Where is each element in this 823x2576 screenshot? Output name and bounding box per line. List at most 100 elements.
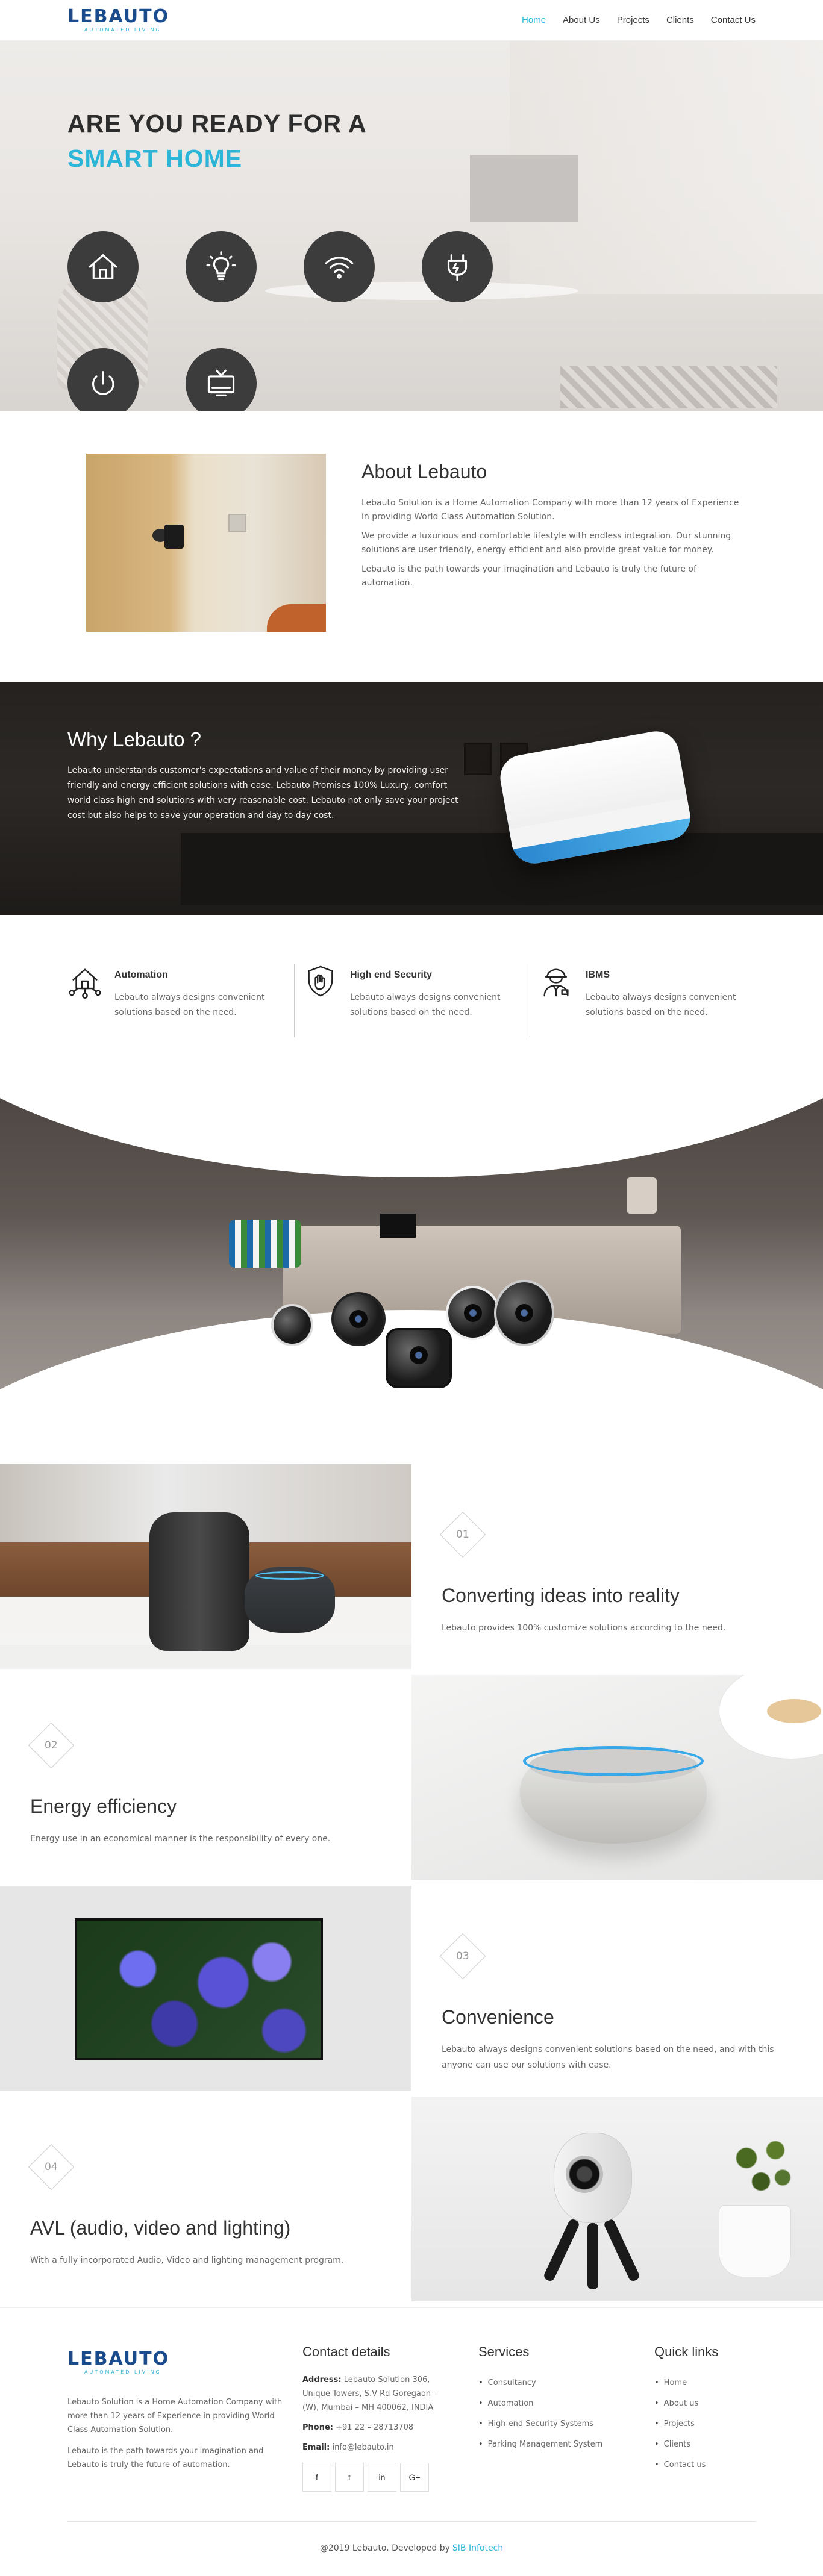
footer-logo[interactable]: LEBAUTO AUTOMATED LIVING [67,2350,302,2375]
footer: LEBAUTO AUTOMATED LIVING Lebauto Solutio… [0,2307,823,2521]
camera-5-lens [515,1304,533,1322]
tripod-leg [587,2223,598,2289]
number-badge: 02 [28,1722,75,1769]
services-list: Consultancy Automation High end Security… [478,2373,654,2455]
nav-about-us[interactable]: About Us [563,15,600,25]
block-4-text: 04 AVL (audio, video and lighting) With … [0,2097,411,2301]
copyright-text: @2019 Lebauto. Developed by [319,2543,450,2553]
quick-link-home[interactable]: Home [654,2373,775,2394]
camera-4-lens [464,1304,482,1322]
block-title: Converting ideas into reality [442,1585,680,1606]
about-title: About Lebauto [361,461,487,482]
feature-block-3: 03 Convenience Lebauto always designs co… [0,1886,823,2091]
plant-leaves [725,2127,797,2205]
email-label: Email: [302,2443,330,2452]
wifi-icon[interactable] [304,231,375,302]
plug-icon[interactable] [422,231,493,302]
speaker-light-ring [255,1571,324,1580]
footer-about-1: Lebauto Solution is a Home Automation Co… [67,2398,283,2434]
pillows-shape [229,1220,301,1268]
logo-text: LEBAUTO [67,6,170,27]
hero-rug-bg [560,366,777,408]
logo-text: LEBAUTO [67,2348,170,2369]
nav-home[interactable]: Home [522,15,546,25]
bread-shape [767,1699,821,1723]
feature-text: Lebauto always designs convenient soluti… [350,993,501,1017]
home-icon[interactable] [67,231,139,302]
engineer-icon [543,968,569,997]
about-paragraph-3: Lebauto is the path towards your imagina… [361,564,696,588]
feature-title: High end Security [350,970,433,980]
google-plus-icon[interactable]: G+ [400,2463,429,2492]
feature-text: Lebauto always designs convenient soluti… [114,993,265,1017]
services-title: Services [478,2344,530,2359]
address: Address: Lebauto Solution 306, Unique To… [302,2373,441,2415]
quick-link-about[interactable]: About us [654,2394,775,2414]
tv-icon[interactable] [186,348,257,411]
quick-link-contact[interactable]: Contact us [654,2455,775,2475]
number-badge: 01 [439,1511,486,1558]
bulb-icon[interactable] [186,231,257,302]
phone-value[interactable]: +91 22 – 28713708 [336,2423,413,2432]
twitter-icon[interactable]: t [335,2463,364,2492]
hero-banner: ARE YOU READY FOR A SMART HOME [0,41,823,411]
block-number: 03 [456,1950,469,1962]
smart-lock-shape [164,525,184,549]
hero-line-2: SMART HOME [67,145,243,172]
why-section: Why Lebauto ? Lebauto understands custom… [0,682,823,915]
shield-hand-icon [308,965,333,997]
about-text: About Lebauto Lebauto Solution is a Home… [361,461,747,596]
security-cameras-image [265,1262,578,1388]
nav-clients[interactable]: Clients [666,15,694,25]
email-value[interactable]: info@lebauto.in [332,2443,393,2452]
about-section: About Lebauto Lebauto Solution is a Home… [0,411,823,682]
email: Email: info@lebauto.in [302,2440,478,2454]
360-camera-image [411,2097,823,2301]
feature-security: High end Security Lebauto always designs… [295,964,530,1037]
nav-projects[interactable]: Projects [617,15,649,25]
copyright-bar: @2019 Lebauto. Developed by SIB Infotech [67,2521,756,2574]
camera-1 [271,1304,313,1346]
flowers-picture [77,1921,321,2058]
wall-switch-shape [228,514,246,532]
footer-quick-links: Quick links Home About us Projects Clien… [654,2344,775,2521]
feature-automation: Automation Lebauto always designs conven… [67,964,295,1037]
facebook-icon[interactable]: f [302,2463,331,2492]
top-nav: LEBAUTO AUTOMATED LIVING Home About Us P… [0,0,823,41]
footer-about-2: Lebauto is the path towards your imagina… [67,2447,264,2469]
block-number: 01 [456,1528,469,1541]
nav-contact-us[interactable]: Contact Us [711,15,756,25]
quick-link-projects[interactable]: Projects [654,2414,775,2434]
logo-tagline: AUTOMATED LIVING [84,27,161,33]
service-item[interactable]: Automation [478,2394,654,2414]
logo[interactable]: LEBAUTO AUTOMATED LIVING [67,8,169,33]
contact-title: Contact details [302,2344,390,2359]
developer-link[interactable]: SIB Infotech [452,2543,503,2553]
why-text: Lebauto understands customer's expectati… [67,766,458,820]
about-door-lock-image [86,454,326,632]
linkedin-icon[interactable]: in [368,2463,396,2492]
footer-about: LEBAUTO AUTOMATED LIVING Lebauto Solutio… [67,2344,302,2521]
main-menu: Home About Us Projects Clients Contact U… [522,15,756,25]
feature-text: Lebauto always designs convenient soluti… [586,993,736,1017]
footer-services: Services Consultancy Automation High end… [478,2344,654,2521]
service-item[interactable]: High end Security Systems [478,2414,654,2434]
logo-tagline: AUTOMATED LIVING [84,2369,161,2375]
hero-tv-bg [470,155,578,222]
hero-icon-grid [67,231,537,411]
feature-block-4: 04 AVL (audio, video and lighting) With … [0,2097,823,2301]
service-item[interactable]: Parking Management System [478,2434,654,2455]
quick-link-clients[interactable]: Clients [654,2434,775,2455]
laptop-shape [380,1214,416,1238]
social-links: f t in G+ [302,2463,478,2492]
service-item[interactable]: Consultancy [478,2373,654,2394]
about-paragraph-1: Lebauto Solution is a Home Automation Co… [361,498,739,522]
block-number: 04 [45,2160,58,2173]
tripod-leg [542,2218,581,2283]
speaker-blue-ring [523,1746,704,1776]
address-label: Address: [302,2375,342,2384]
feature-block-1: 01 Converting ideas into reality Lebauto… [0,1464,823,1669]
quick-links-list: Home About us Projects Clients Contact u… [654,2373,775,2475]
power-icon[interactable] [67,348,139,411]
feature-title: IBMS [586,970,610,980]
